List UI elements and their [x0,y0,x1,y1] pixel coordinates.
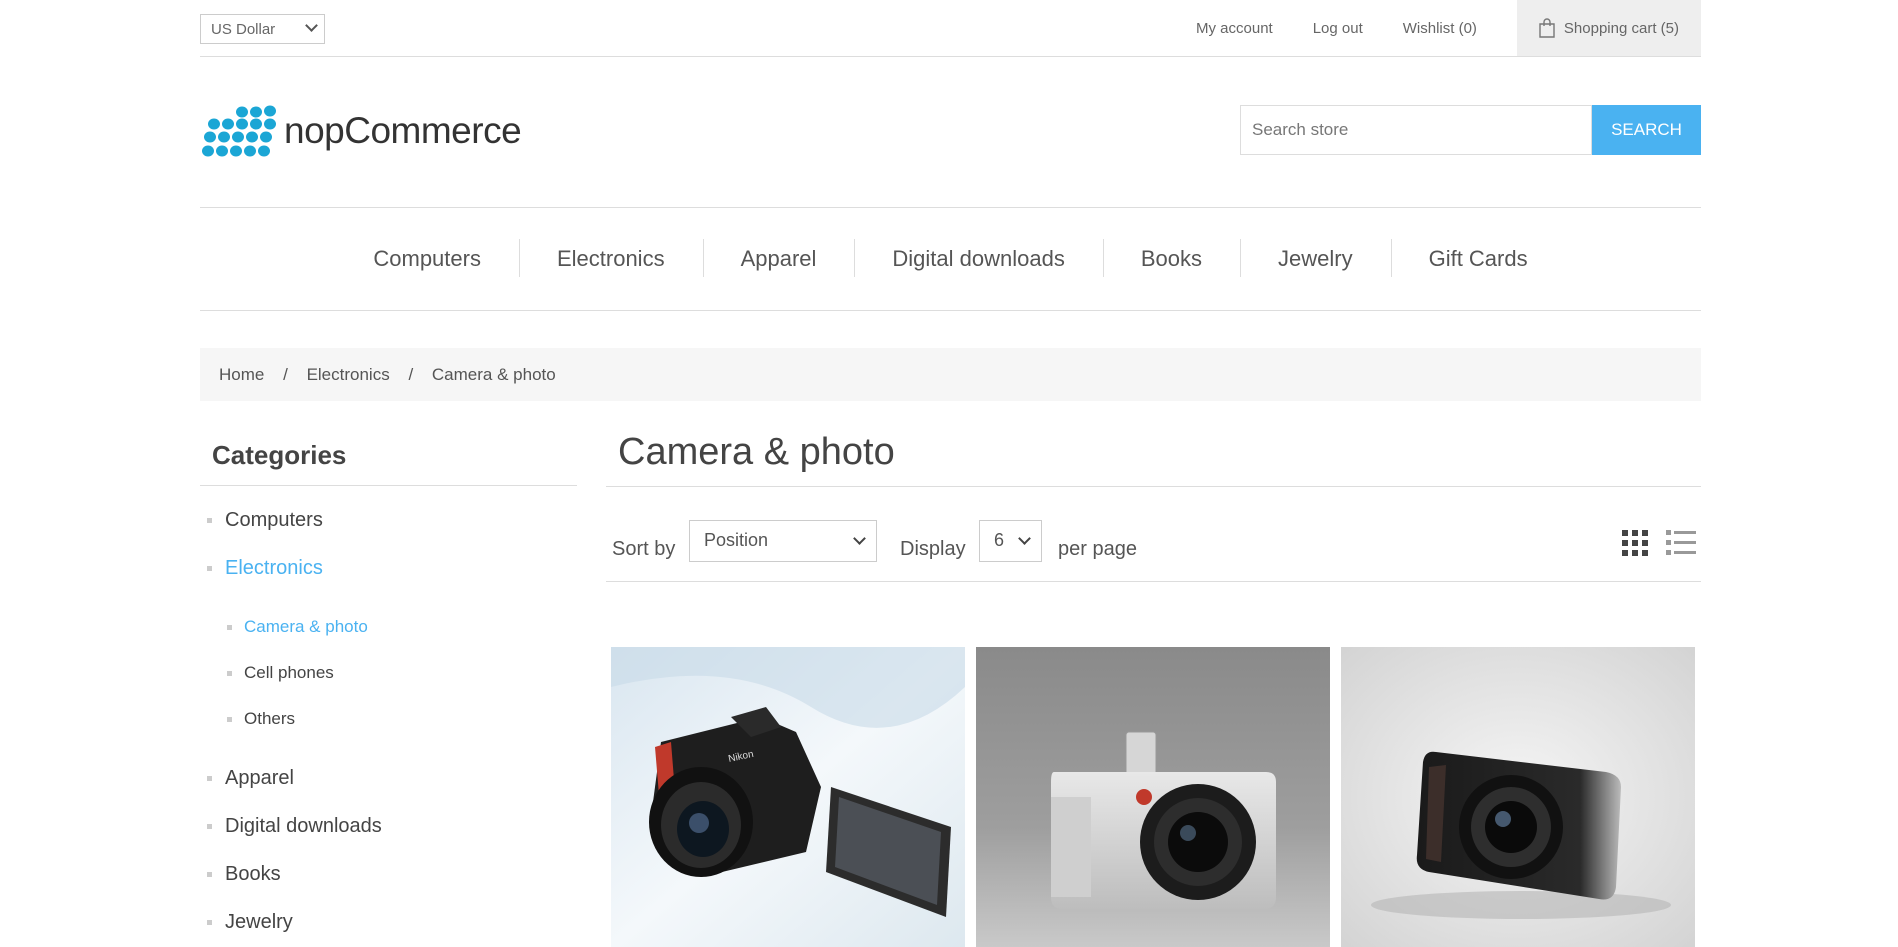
my-account-link[interactable]: My account [1196,20,1273,37]
grid-view-icon[interactable] [1622,530,1648,556]
chevron-down-icon [1018,532,1031,545]
sidebar-item-electronics[interactable]: Electronics [200,544,577,592]
list-view-icon[interactable] [1666,530,1696,556]
sidebar-subitem-camera-photo[interactable]: Camera & photo [200,604,577,650]
category-main: Camera & photo Sort by Position Display … [606,430,1701,947]
sidebar-subitem-others[interactable]: Others [200,696,577,742]
menu-item-electronics[interactable]: Electronics [518,239,703,277]
categories-title: Categories [200,430,577,486]
display-label: Display [900,538,966,560]
product-image-leica-camera[interactable] [976,647,1330,947]
sort-by-label: Sort by [612,538,676,560]
header-top-bar: US Dollar My account Log out Wishlist (0… [200,0,1701,57]
sort-by-select[interactable]: Position [689,520,877,562]
wishlist-link[interactable]: Wishlist (0) [1403,20,1477,37]
sidebar-item-computers[interactable]: Computers [200,496,577,544]
breadcrumb-current: Camera & photo [431,365,556,384]
menu-item-books[interactable]: Books [1102,239,1240,277]
menu-item-digital-downloads[interactable]: Digital downloads [854,239,1102,277]
product-grid: Nikon [611,647,1706,947]
page-size-value: 6 [994,530,1005,550]
sidebar-item-digital-downloads[interactable]: Digital downloads [200,802,577,850]
sidebar-subcategories: Camera & photo Cell phones Others [200,592,577,754]
menu-item-jewelry[interactable]: Jewelry [1240,239,1391,277]
menu-item-computers[interactable]: Computers [335,246,519,272]
menu-item-gift-cards[interactable]: Gift Cards [1390,239,1566,277]
sort-by-value: Position [704,530,769,550]
product-image-compact-camera[interactable] [1341,647,1695,947]
chevron-down-icon [853,532,866,545]
store-logo[interactable]: nopCommerce [200,104,522,162]
shopping-bag-icon [1539,18,1555,38]
chevron-down-icon [305,19,318,32]
search-input[interactable]: Search store [1240,105,1592,155]
page-title: Camera & photo [606,430,1701,487]
categories-sidebar: Categories Computers Electronics Camera … [200,430,577,946]
shopping-cart-label: Shopping cart (5) [1563,19,1679,37]
search-button[interactable]: Search [1592,105,1701,155]
product-selectors: Sort by Position Display 6 per page [606,520,1701,582]
breadcrumb-separator: / [283,365,288,384]
breadcrumb: Home / Electronics / Camera & photo [200,348,1701,401]
sidebar-item-jewelry[interactable]: Jewelry [200,898,577,946]
search-box: Search store Search [1240,105,1701,155]
currency-value: US Dollar [211,21,276,38]
header-links: My account Log out Wishlist (0) Shopping… [1196,0,1701,56]
per-page-label: per page [1058,538,1137,560]
breadcrumb-electronics[interactable]: Electronics [307,365,390,384]
sidebar-item-books[interactable]: Books [200,850,577,898]
page-size-select[interactable]: 6 [979,520,1042,562]
currency-selector[interactable]: US Dollar [200,14,325,44]
logout-link[interactable]: Log out [1313,20,1363,37]
shopping-cart-link[interactable]: Shopping cart (5) [1516,0,1701,56]
menu-item-apparel[interactable]: Apparel [702,239,855,277]
logo-text: nopCommerce [284,110,522,151]
sidebar-item-apparel[interactable]: Apparel [200,754,577,802]
product-image-nikon-camera[interactable]: Nikon [611,647,965,947]
main-menu: Computers Electronics Apparel Digital do… [200,207,1701,311]
breadcrumb-separator: / [408,365,414,384]
sidebar-subitem-cell-phones[interactable]: Cell phones [200,650,577,696]
breadcrumb-home[interactable]: Home [219,365,264,384]
